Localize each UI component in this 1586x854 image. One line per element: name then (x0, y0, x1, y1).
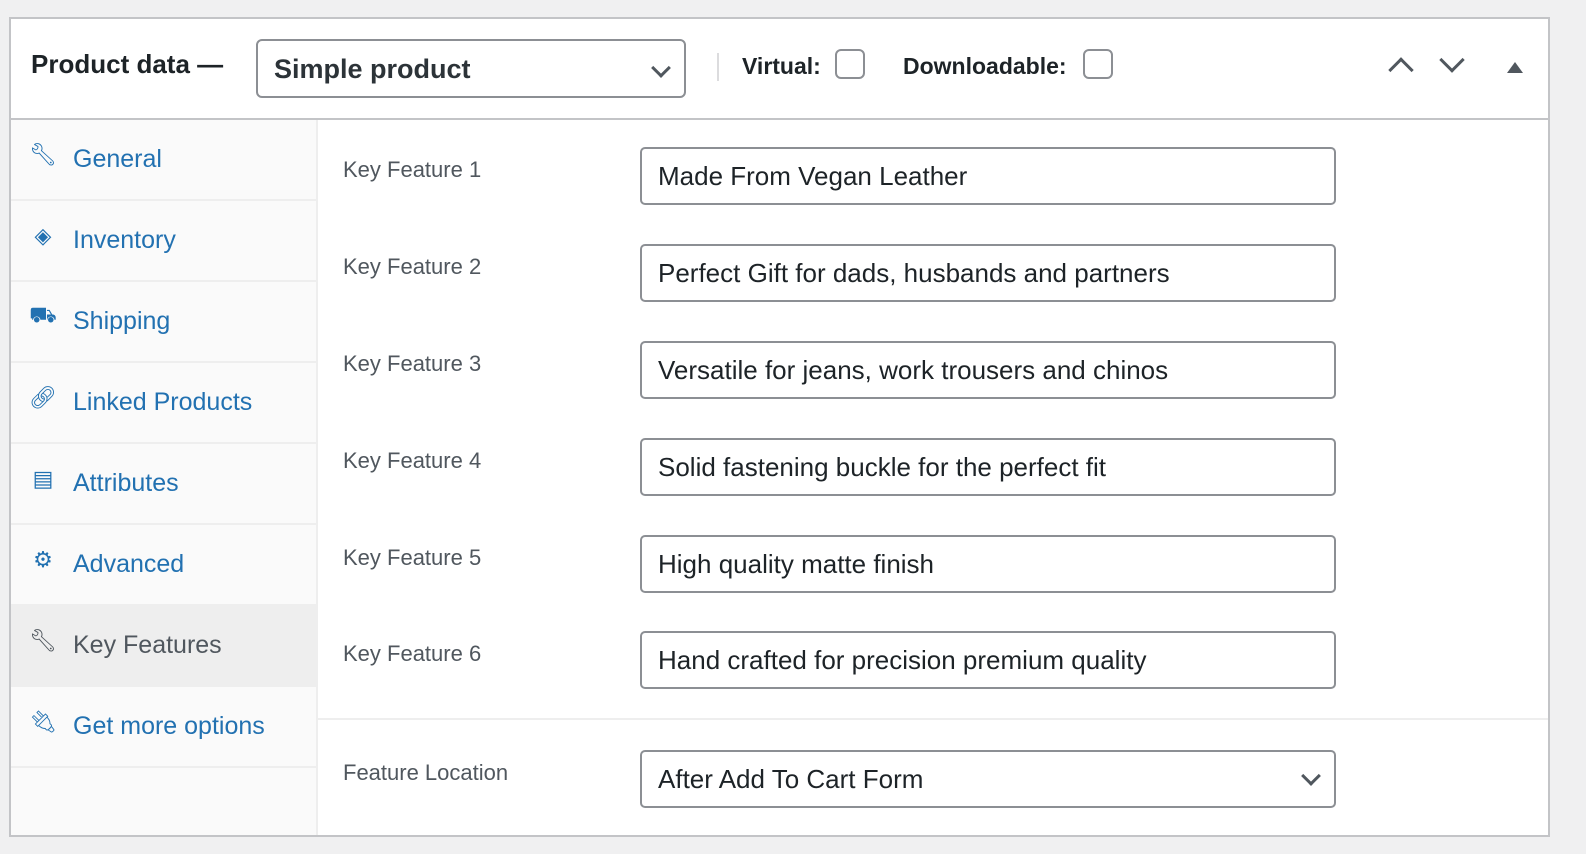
field-label: Key Feature 6 (343, 641, 482, 666)
tab-label: Get more options (73, 712, 265, 740)
downloadable-label: Downloadable: (903, 53, 1067, 79)
wrench-icon: 🔧︎ (29, 627, 57, 653)
move-up-button[interactable] (1388, 57, 1414, 83)
link-icon: 🔗︎ (29, 384, 57, 410)
field-label: Key Feature 3 (343, 351, 482, 376)
chevron-down-icon (1301, 766, 1321, 786)
product-data-panel: Product data — Simple product Virtual: D… (9, 17, 1550, 837)
feature-location-label: Feature Location (343, 760, 509, 785)
tab-label: Key Features (73, 631, 222, 659)
tab-label: General (73, 145, 162, 173)
key-feature-6-input[interactable]: Hand crafted for precision premium quali… (640, 631, 1336, 689)
tab-shipping[interactable]: ⛟ Shipping (11, 282, 316, 363)
divider (717, 53, 719, 81)
tab-key-features[interactable]: 🔧︎ Key Features (11, 606, 316, 687)
move-down-button[interactable] (1439, 47, 1465, 73)
tag-icon: ◈ (34, 222, 52, 248)
tab-label: Shipping (73, 307, 171, 335)
tab-attributes[interactable]: ▤ Attributes (11, 444, 316, 525)
key-feature-3-input[interactable]: Versatile for jeans, work trousers and c… (640, 341, 1336, 399)
key-feature-4-input[interactable]: Solid fastening buckle for the perfect f… (640, 438, 1336, 496)
feature-location-value: After Add To Cart Form (658, 764, 924, 794)
divider (318, 718, 1548, 720)
tab-label: Attributes (73, 469, 179, 497)
tab-label: Inventory (73, 226, 176, 254)
key-feature-2-input[interactable]: Perfect Gift for dads, husbands and part… (640, 244, 1336, 302)
tab-advanced[interactable]: ⚙ Advanced (11, 525, 316, 606)
downloadable-checkbox[interactable] (1083, 49, 1113, 79)
tab-inventory[interactable]: ◈ Inventory (11, 201, 316, 282)
tab-label: Linked Products (73, 388, 253, 416)
field-label: Key Feature 2 (343, 254, 482, 279)
product-data-tabs: 🔧︎ General ◈ Inventory ⛟ Shipping 🔗︎ Linked … (11, 120, 318, 835)
plug-icon: 🔌︎ (29, 708, 57, 734)
virtual-label: Virtual: (742, 53, 821, 79)
chevron-down-icon (651, 58, 671, 78)
key-feature-5-input[interactable]: High quality matte finish (640, 535, 1336, 593)
truck-icon: ⛟ (29, 302, 57, 327)
collapse-toggle-button[interactable] (1507, 62, 1523, 73)
field-label: Key Feature 1 (343, 157, 482, 182)
panel-header: Product data — Simple product Virtual: D… (11, 19, 1548, 120)
virtual-checkbox[interactable] (835, 49, 865, 79)
gear-icon: ⚙ (33, 546, 53, 572)
product-type-select[interactable]: Simple product (256, 39, 686, 98)
tab-linked-products[interactable]: 🔗︎ Linked Products (11, 363, 316, 444)
tab-label: Advanced (73, 550, 185, 578)
field-label: Key Feature 5 (343, 545, 482, 570)
key-feature-1-input[interactable]: Made From Vegan Leather (640, 147, 1336, 205)
wrench-icon: 🔧︎ (29, 141, 57, 167)
tab-get-more-options[interactable]: 🔌︎ Get more options (11, 687, 316, 768)
tab-general[interactable]: 🔧︎ General (11, 120, 316, 201)
list-icon: ▤ (32, 465, 54, 491)
field-label: Key Feature 4 (343, 448, 482, 473)
feature-location-select[interactable]: After Add To Cart Form (640, 750, 1336, 808)
product-type-value: Simple product (274, 54, 471, 84)
panel-title: Product data — (31, 49, 224, 79)
